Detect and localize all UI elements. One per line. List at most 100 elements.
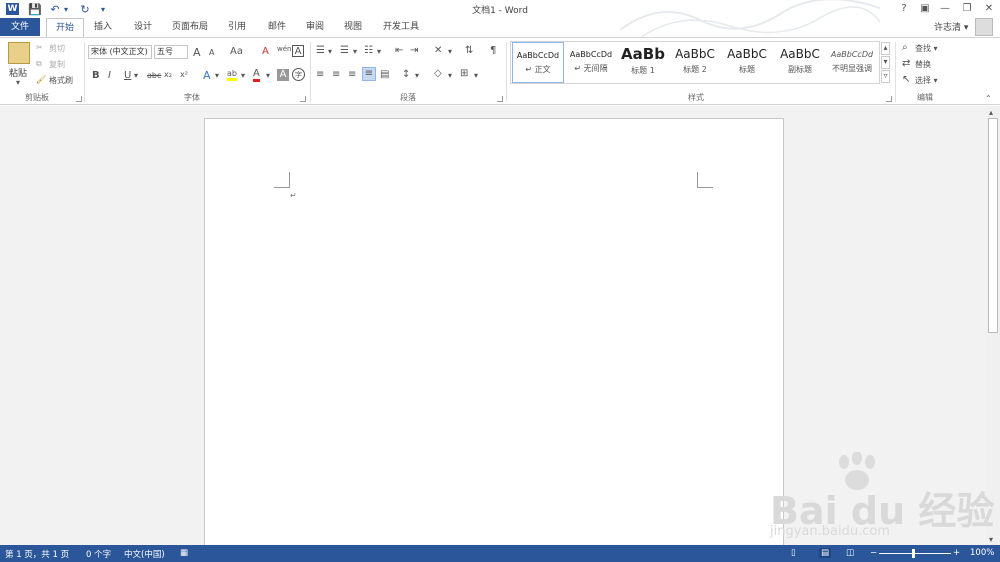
style-heading-2[interactable]: AaBbC 标题 2 [669,42,721,83]
clipboard-launcher-icon[interactable] [76,96,82,102]
style-no-spacing[interactable]: AaBbCcDd ↵ 无间隔 [565,42,617,83]
style-subtle-emphasis[interactable]: AaBbCcDd 不明显强调 [826,42,878,83]
minimize-button[interactable]: — [934,1,956,17]
bullets-icon[interactable]: ☰ [316,45,325,56]
collapse-ribbon-icon[interactable]: ⌃ [985,94,992,103]
chinese-layout-dropdown-icon[interactable]: ▾ [448,47,452,56]
text-effects-icon[interactable]: A [203,69,211,82]
paste-dropdown-icon[interactable]: ▾ [16,78,20,87]
page-count-status[interactable]: 第 1 页，共 1 页 [5,548,69,560]
highlight-dropdown-icon[interactable]: ▾ [241,71,245,80]
multilevel-list-icon[interactable]: ☷ [364,45,373,56]
find-button[interactable]: 查找 ▾ [915,43,938,54]
tab-view[interactable]: 视图 [336,18,370,37]
borders-icon[interactable]: ⊞ [460,68,468,79]
format-painter-button[interactable]: 格式刷 [49,75,73,86]
copy-button[interactable]: 复制 [49,59,65,70]
bullets-dropdown-icon[interactable]: ▾ [328,47,332,56]
justify-icon[interactable]: ≡ [362,67,376,81]
tab-page-layout[interactable]: 页面布局 [166,18,214,37]
help-button[interactable]: ? [893,1,915,17]
select-button[interactable]: 选择 ▾ [915,75,938,86]
decrease-indent-icon[interactable]: ⇤ [395,45,403,56]
tab-home[interactable]: 开始 [46,18,84,38]
numbering-dropdown-icon[interactable]: ▾ [353,47,357,56]
chinese-layout-icon[interactable]: ✕ [434,45,442,56]
ribbon-display-options-button[interactable]: ▣ [914,1,936,17]
paragraph-launcher-icon[interactable] [497,96,503,102]
tab-review[interactable]: 审阅 [298,18,332,37]
sort-icon[interactable]: ⇅ [465,45,473,56]
find-icon[interactable]: ⌕ [902,42,908,53]
customize-qat-icon[interactable]: ▾ [96,2,110,16]
character-border-icon[interactable]: A [292,45,304,57]
close-button[interactable]: ✕ [978,1,1000,17]
gallery-more-icon[interactable]: ▿ [881,70,890,83]
zoom-slider-track[interactable] [879,553,951,554]
underline-icon[interactable]: U [124,70,131,81]
scroll-up-icon[interactable]: ▴ [989,108,993,117]
web-layout-icon[interactable]: ◫ [846,548,854,558]
tab-references[interactable]: 引用 [220,18,254,37]
font-size-dropdown[interactable]: 五号 [154,45,188,59]
align-center-icon[interactable]: ≡ [332,69,340,80]
select-icon[interactable]: ↖ [902,74,910,85]
align-right-icon[interactable]: ≡ [348,69,356,80]
zoom-out-button[interactable]: − [870,548,877,558]
scrollbar-thumb[interactable] [988,118,998,333]
enclose-characters-icon[interactable]: 字 [292,68,305,81]
line-spacing-dropdown-icon[interactable]: ▾ [415,71,419,80]
read-mode-icon[interactable]: ▯ [791,548,796,558]
cut-icon[interactable]: ✂ [36,43,43,52]
bold-icon[interactable]: B [92,70,100,81]
show-formatting-marks-icon[interactable]: ¶ [490,45,496,56]
tab-file[interactable]: 文件 [0,18,40,36]
shrink-font-icon[interactable]: A [209,48,214,57]
shading-dropdown-icon[interactable]: ▾ [448,71,452,80]
italic-icon[interactable]: I [108,70,111,81]
macro-record-icon[interactable]: ▦ [180,548,188,558]
copy-icon[interactable]: ⧉ [36,59,42,69]
subscript-icon[interactable]: x₂ [164,70,172,79]
font-color-icon[interactable]: A [253,68,260,82]
shading-icon[interactable]: ◇ [434,68,442,79]
gallery-up-icon[interactable]: ▴ [881,42,890,55]
superscript-icon[interactable]: x² [180,70,188,79]
phonetic-guide-icon[interactable]: wén [277,45,291,53]
style-heading-1[interactable]: AaBb 标题 1 [617,42,669,83]
cut-button[interactable]: 剪切 [49,43,65,54]
underline-dropdown-icon[interactable]: ▾ [134,71,138,80]
text-effects-dropdown-icon[interactable]: ▾ [215,71,219,80]
tab-design[interactable]: 设计 [126,18,160,37]
redo-icon[interactable]: ↻ [78,2,92,16]
save-icon[interactable]: 💾 [28,2,42,16]
style-normal[interactable]: AaBbCcDd ↵ 正文 [512,42,564,83]
strikethrough-icon[interactable]: abc [147,71,161,80]
tab-mailings[interactable]: 邮件 [260,18,294,37]
grow-font-icon[interactable]: A [193,46,201,59]
style-title[interactable]: AaBbC 标题 [721,42,773,83]
zoom-in-button[interactable]: + [953,548,960,558]
restore-button[interactable]: ❐ [956,1,978,17]
paste-icon[interactable] [8,42,30,64]
numbering-icon[interactable]: ☰ [340,45,349,56]
undo-dropdown-icon[interactable]: ▾ [62,2,70,16]
gallery-down-icon[interactable]: ▾ [881,56,890,69]
highlight-icon[interactable]: ab [227,69,237,81]
format-painter-icon[interactable]: 🖌 [36,75,46,84]
replace-button[interactable]: 替换 [915,59,931,70]
line-spacing-icon[interactable]: ↕ [402,69,410,80]
user-name[interactable]: 许志清 ▾ [934,20,968,33]
multilevel-list-dropdown-icon[interactable]: ▾ [377,47,381,56]
clear-formatting-icon[interactable]: A [262,46,269,57]
zoom-level[interactable]: 100% [970,548,994,558]
replace-icon[interactable]: ⇄ [902,58,910,69]
font-name-dropdown[interactable]: 宋体 (中文正文) [88,45,152,59]
language-status[interactable]: 中文(中国) [124,548,165,560]
style-subtitle[interactable]: AaBbC 副标题 [774,42,826,83]
distributed-icon[interactable]: ▤ [380,69,389,80]
undo-icon[interactable]: ↶ [48,2,62,16]
scroll-down-icon[interactable]: ▾ [989,535,993,544]
font-launcher-icon[interactable] [300,96,306,102]
word-count-status[interactable]: 0 个字 [86,548,111,560]
